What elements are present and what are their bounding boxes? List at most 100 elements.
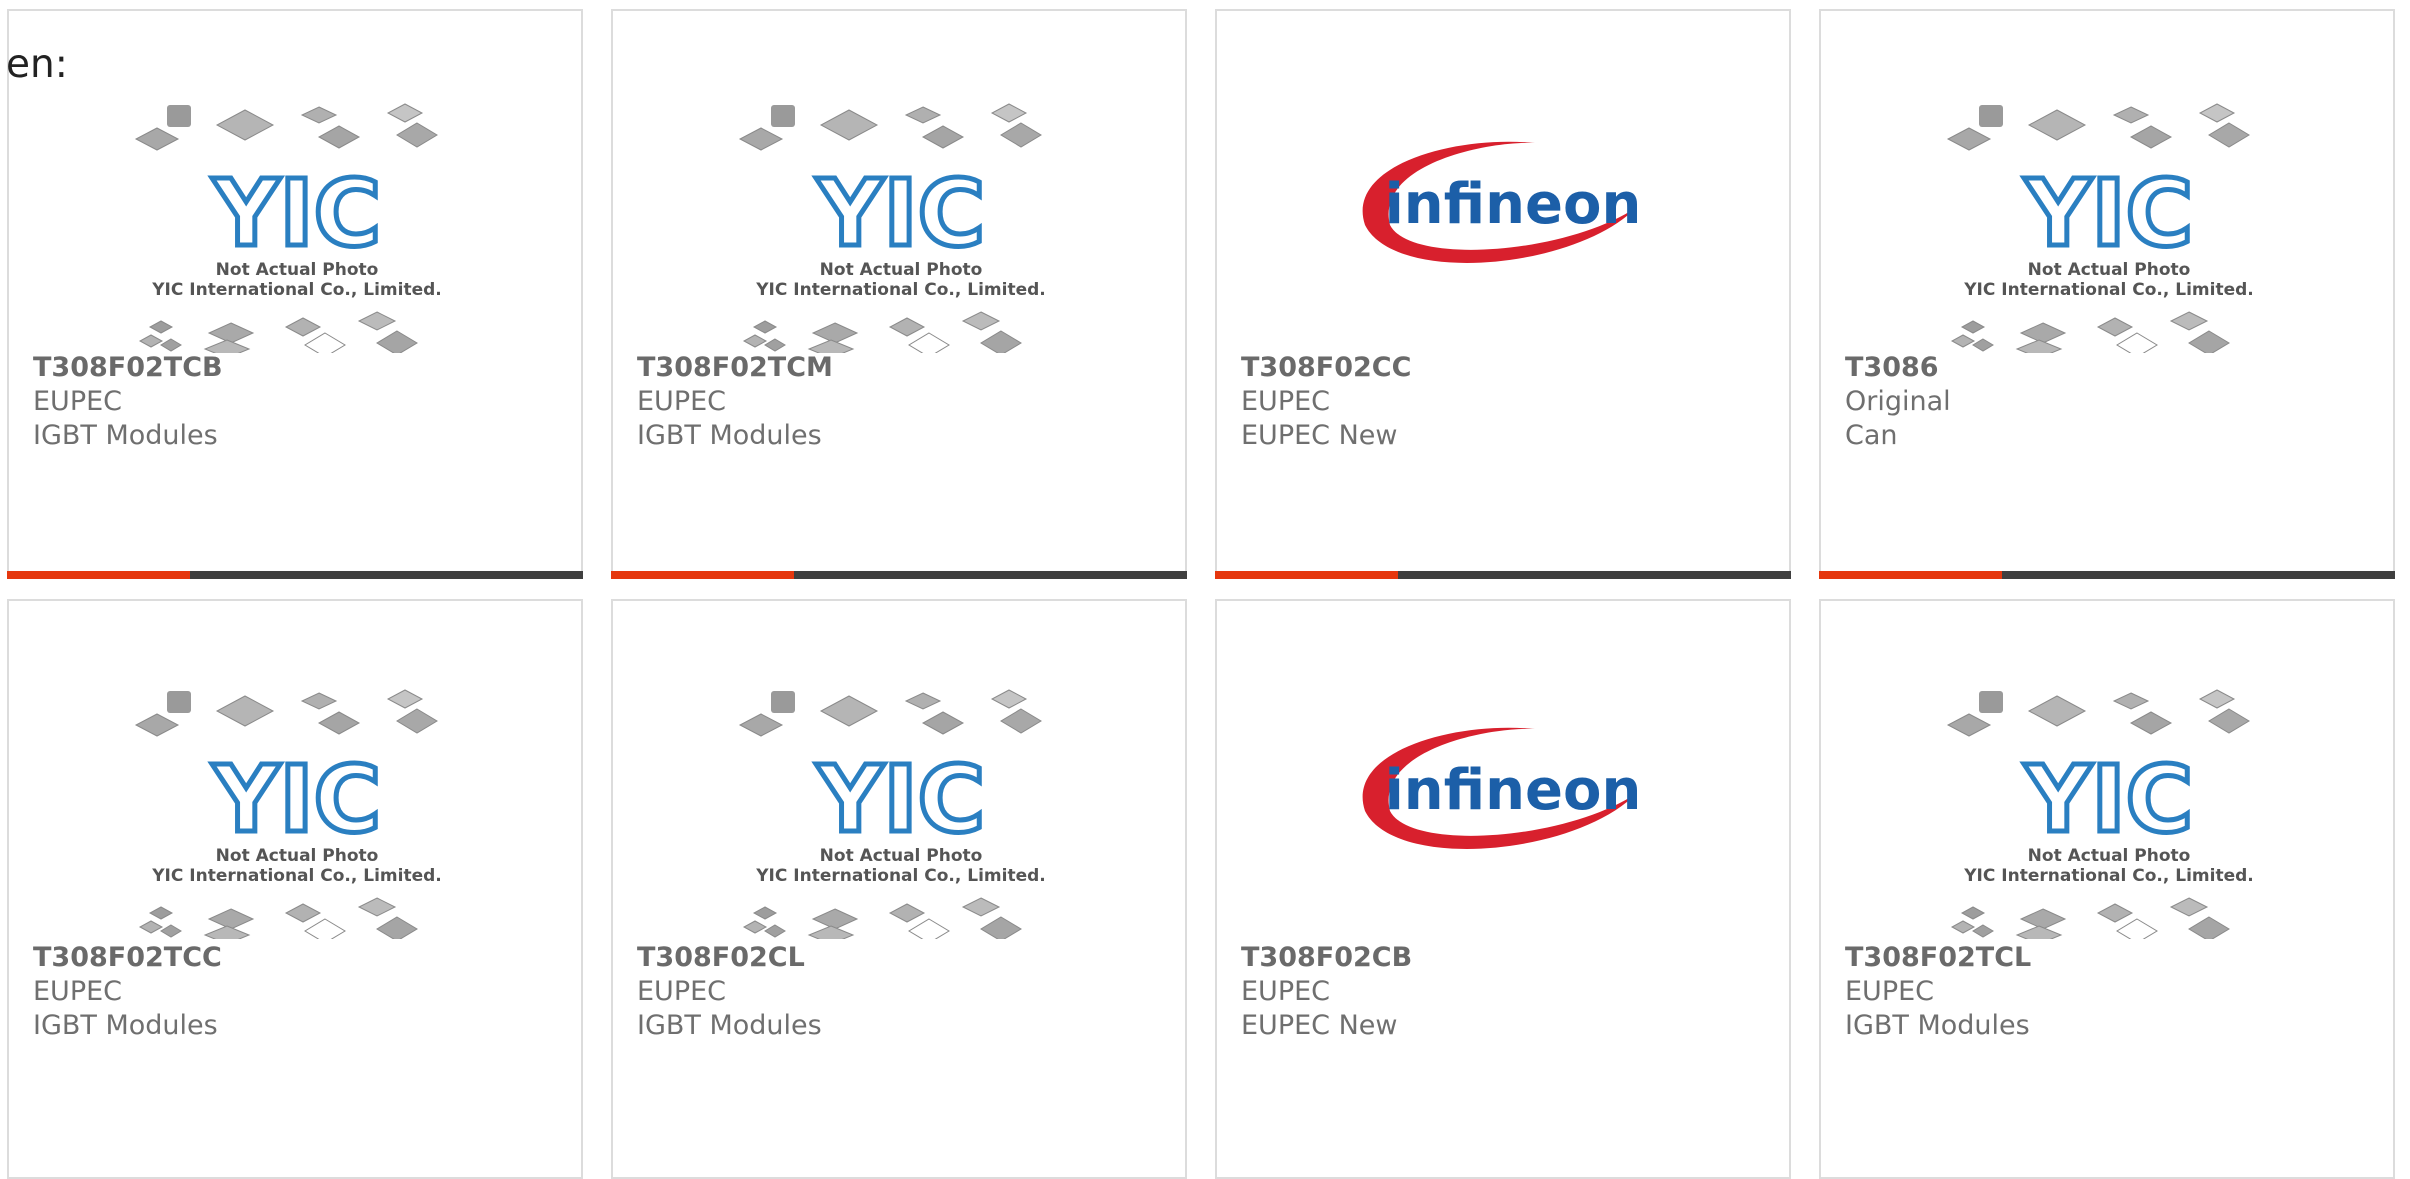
chip-icon: [752, 906, 778, 920]
chip-icon: [284, 903, 322, 923]
chip-icon: [2112, 106, 2150, 124]
chip-icon: [1979, 691, 2003, 713]
placeholder-caption: Not Actual Photo: [216, 260, 379, 280]
category-name: IGBT Modules: [637, 420, 822, 451]
chip-icon: [207, 322, 255, 344]
chip-icon: [811, 322, 859, 344]
chip-icon: [2096, 903, 2134, 923]
product-image: YIC Not Actual Photo YIC International Co.…: [127, 95, 467, 353]
yic-logo-icon: YIC: [2024, 160, 2193, 267]
placeholder-caption: Not Actual Photo: [820, 260, 983, 280]
chip-icon: [207, 908, 255, 930]
product-grid: YIC Not Actual Photo YIC International Co.…: [0, 0, 2410, 1179]
part-number[interactable]: T308F02TCL: [1845, 941, 2031, 975]
part-number[interactable]: T308F02CB: [1241, 941, 1412, 975]
product-info: T308F02CL EUPEC IGBT Modules: [637, 941, 822, 1043]
part-number[interactable]: T308F02CL: [637, 941, 822, 975]
chip-icon: [2096, 317, 2134, 337]
chip-icon: [2019, 908, 2067, 930]
chip-icon: [980, 916, 1022, 939]
chip-icon: [2129, 125, 2173, 149]
chip-icon: [300, 106, 338, 124]
brand-name: Original: [1845, 386, 1951, 417]
card-accent-bar: [1819, 571, 2395, 579]
part-number[interactable]: T3086: [1845, 351, 1951, 385]
chip-icon: [148, 906, 174, 920]
placeholder-company: YIC International Co., Limited.: [151, 280, 442, 300]
chip-icon: [1000, 122, 1042, 148]
chip-icon: [1946, 713, 1992, 737]
chip-icon: [167, 691, 191, 713]
brand-name: EUPEC: [1241, 976, 1331, 1007]
chip-icon: [2116, 918, 2158, 939]
yic-logo-icon: YIC: [2024, 746, 2193, 853]
product-info: T308F02CB EUPEC EUPEC New: [1241, 941, 1412, 1043]
chip-icon: [742, 920, 768, 934]
chip-icon: [888, 903, 926, 923]
chip-icon: [138, 920, 164, 934]
chip-icon: [764, 338, 786, 352]
placeholder-caption: Not Actual Photo: [2028, 260, 2191, 280]
chip-icon: [961, 897, 1001, 917]
chip-icon: [300, 692, 338, 710]
chip-icon: [2027, 109, 2087, 141]
product-card[interactable]: YIC Not Actual Photo YIC International Co.…: [611, 9, 1187, 579]
card-accent-bar: [7, 571, 583, 579]
category-name: Can: [1845, 420, 1898, 451]
product-image: YIC Not Actual Photo YIC International Co.…: [731, 681, 1071, 939]
placeholder-caption: Not Actual Photo: [820, 846, 983, 866]
product-card[interactable]: YIC Not Actual Photo YIC International Co.…: [1819, 9, 2395, 579]
chip-icon: [908, 918, 950, 939]
brand-name: EUPEC: [1845, 976, 1935, 1007]
chip-icon: [1946, 127, 1992, 151]
part-number[interactable]: T308F02TCC: [33, 941, 222, 975]
card-accent-bar: [611, 571, 1187, 579]
product-card[interactable]: YIC Not Actual Photo YIC International Co.…: [7, 9, 583, 579]
chip-icon: [819, 695, 879, 727]
chip-icon: [1960, 320, 1986, 334]
chip-icon: [396, 122, 438, 148]
chip-icon: [752, 320, 778, 334]
chip-icon: [2198, 103, 2236, 123]
chip-icon: [376, 916, 418, 939]
product-card[interactable]: YIC Not Actual Photo YIC International Co.…: [7, 599, 583, 1179]
chip-icon: [2198, 689, 2236, 709]
product-card[interactable]: YIC Not Actual Photo YIC International Co.…: [611, 599, 1187, 1179]
chip-icon: [304, 918, 346, 939]
chip-icon: [2188, 330, 2230, 353]
product-image: infineon: [1335, 95, 1675, 353]
product-card[interactable]: infineon T308F02CC EUPEC EUPEC New: [1215, 9, 1791, 579]
chip-icon: [386, 103, 424, 123]
placeholder-caption: Not Actual Photo: [216, 846, 379, 866]
product-card[interactable]: YIC Not Actual Photo YIC International Co.…: [1819, 599, 2395, 1179]
category-name: EUPEC New: [1241, 420, 1398, 451]
chip-icon: [376, 330, 418, 353]
chip-icon: [203, 925, 251, 939]
chip-icon: [2169, 311, 2209, 331]
chip-icon: [1960, 906, 1986, 920]
chip-icon: [167, 105, 191, 127]
chip-icon: [317, 711, 361, 735]
part-number[interactable]: T308F02CC: [1241, 351, 1411, 385]
chip-icon: [148, 320, 174, 334]
chip-icon: [2019, 322, 2067, 344]
chip-icon: [904, 106, 942, 124]
chip-icon: [2015, 339, 2063, 353]
product-image: YIC Not Actual Photo YIC International Co.…: [1939, 681, 2279, 939]
product-card[interactable]: infineon T308F02CB EUPEC EUPEC New: [1215, 599, 1791, 1179]
placeholder-company: YIC International Co., Limited.: [755, 866, 1046, 886]
chip-icon: [980, 330, 1022, 353]
placeholder-company: YIC International Co., Limited.: [1963, 280, 2254, 300]
card-accent-bar: [1215, 571, 1791, 579]
chip-icon: [284, 317, 322, 337]
brand-name: EUPEC: [33, 386, 123, 417]
chip-icon: [771, 105, 795, 127]
yic-logo-icon: YIC: [212, 160, 381, 267]
chip-icon: [160, 924, 182, 938]
chip-icon: [317, 125, 361, 149]
chip-icon: [990, 689, 1028, 709]
infineon-logo-icon: infineon: [1385, 172, 1642, 237]
chip-icon: [771, 691, 795, 713]
part-number[interactable]: T308F02TCB: [33, 351, 223, 385]
part-number[interactable]: T308F02TCM: [637, 351, 833, 385]
